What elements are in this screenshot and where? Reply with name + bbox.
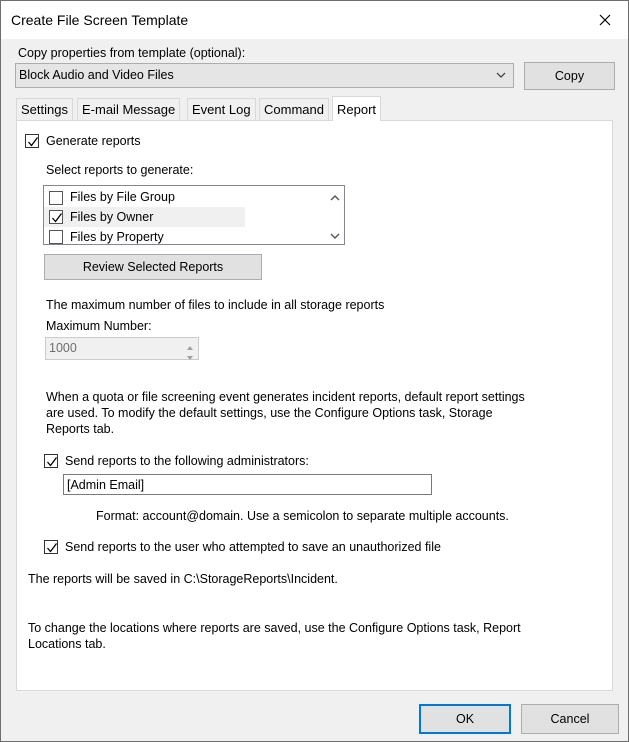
generate-reports-label: Generate reports bbox=[46, 134, 141, 148]
template-dropdown[interactable]: Block Audio and Video Files bbox=[15, 63, 514, 88]
change-location-line-2: Locations tab. bbox=[28, 637, 106, 651]
checkmark-icon bbox=[28, 137, 39, 147]
send-admin-checkbox[interactable] bbox=[44, 454, 58, 468]
dialog-window: Create File Screen Template Copy propert… bbox=[0, 0, 629, 742]
cancel-button[interactable]: Cancel bbox=[521, 704, 619, 734]
admin-email-value: [Admin Email] bbox=[67, 478, 145, 492]
list-item-checkbox-files-by-owner[interactable] bbox=[49, 210, 63, 224]
checkmark-icon bbox=[47, 543, 58, 553]
list-item-checkbox-files-by-file-group[interactable] bbox=[49, 191, 63, 205]
list-item[interactable]: Files by Owner bbox=[70, 210, 153, 224]
list-item[interactable]: Files by File Group bbox=[70, 190, 175, 204]
max-files-description: The maximum number of files to include i… bbox=[46, 298, 385, 312]
select-reports-label: Select reports to generate: bbox=[46, 163, 194, 177]
max-number-spinbox[interactable]: 1000 bbox=[45, 337, 199, 360]
send-admin-label: Send reports to the following administra… bbox=[65, 454, 309, 468]
list-scrollbar[interactable] bbox=[326, 186, 344, 244]
template-selected: Block Audio and Video Files bbox=[19, 68, 174, 82]
checkmark-icon bbox=[52, 213, 63, 223]
checkmark-icon bbox=[47, 457, 58, 467]
spin-down-icon[interactable] bbox=[186, 350, 194, 364]
copy-button[interactable]: Copy bbox=[524, 62, 615, 90]
send-user-label: Send reports to the user who attempted t… bbox=[65, 540, 441, 554]
tab-settings[interactable]: Settings bbox=[16, 98, 73, 120]
window-title: Create File Screen Template bbox=[11, 12, 189, 28]
tab-event-log[interactable]: Event Log bbox=[187, 98, 256, 120]
tab-command[interactable]: Command bbox=[259, 98, 329, 120]
title-bar: Create File Screen Template bbox=[1, 1, 628, 39]
send-user-checkbox[interactable] bbox=[44, 540, 58, 554]
info-text-line-1: When a quota or file screening event gen… bbox=[46, 390, 525, 404]
admin-email-input[interactable]: [Admin Email] bbox=[63, 474, 432, 495]
list-item[interactable]: Files by Property bbox=[70, 230, 164, 244]
close-icon[interactable] bbox=[592, 7, 618, 33]
max-number-label: Maximum Number: bbox=[46, 319, 152, 333]
ok-button[interactable]: OK bbox=[419, 704, 511, 734]
tab-report[interactable]: Report bbox=[332, 96, 382, 121]
scroll-up-icon[interactable] bbox=[330, 191, 340, 205]
saved-location-text: The reports will be saved in C:\StorageR… bbox=[28, 572, 338, 586]
list-item-checkbox-files-by-property[interactable] bbox=[49, 230, 63, 244]
review-selected-reports-button[interactable]: Review Selected Reports bbox=[44, 254, 262, 280]
change-location-line-1: To change the locations where reports ar… bbox=[28, 621, 521, 635]
generate-reports-checkbox[interactable] bbox=[25, 134, 39, 148]
email-format-hint: Format: account@domain. Use a semicolon … bbox=[96, 509, 509, 523]
info-text-line-3: Reports tab. bbox=[46, 422, 115, 436]
max-number-value: 1000 bbox=[49, 341, 77, 355]
scroll-down-icon[interactable] bbox=[330, 229, 340, 243]
chevron-down-icon bbox=[495, 69, 507, 84]
info-text-line-2: are used. To modify the default settings… bbox=[46, 406, 493, 420]
reports-listbox[interactable]: Files by File Group Files by Owner Files… bbox=[43, 185, 345, 245]
tab-email-message[interactable]: E-mail Message bbox=[77, 98, 181, 120]
template-label: Copy properties from template (optional)… bbox=[18, 46, 246, 60]
